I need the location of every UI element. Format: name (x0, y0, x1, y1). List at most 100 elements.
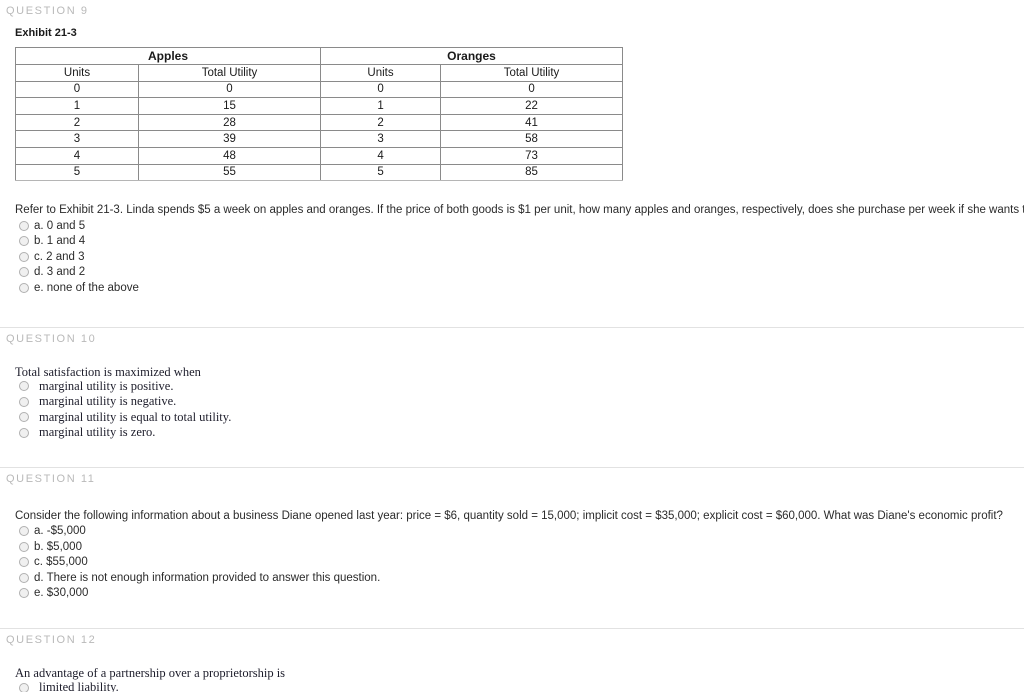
answer-options-10: marginal utility is positive. marginal u… (0, 379, 1024, 441)
table-row: 2 28 2 41 (15, 113, 624, 132)
answer-option-label: marginal utility is zero. (39, 425, 156, 440)
cell: 4 (320, 146, 442, 165)
question-block-11: QUESTION 11 Consider the following infor… (0, 466, 1024, 602)
cell: 0 (320, 80, 442, 99)
question-header-12: QUESTION 12 (6, 634, 97, 647)
answer-option-9-d[interactable]: d. 3 and 2 (19, 265, 1024, 281)
answer-option-10-4[interactable]: marginal utility is zero. (19, 425, 1024, 441)
answer-option-label: b. 1 and 4 (34, 235, 86, 248)
answer-option-label: c. $55,000 (34, 556, 88, 569)
answer-options-12: limited liability. that it is easier to … (0, 680, 1024, 692)
radio-button-icon[interactable] (19, 396, 29, 407)
answer-option-11-d[interactable]: d. There is not enough information provi… (19, 570, 1024, 586)
answer-options-9: a. 0 and 5 b. 1 and 4 c. 2 and 3 d. 3 an… (0, 217, 1024, 296)
cell: 22 (440, 97, 624, 115)
radio-button-icon[interactable] (19, 412, 29, 423)
answer-option-label: d. There is not enough information provi… (34, 571, 381, 584)
cell: 0 (15, 80, 139, 99)
table-row: 4 48 4 73 (15, 146, 624, 165)
answer-option-label: a. 0 and 5 (34, 219, 86, 232)
answer-options-11: a. -$5,000 b. $5,000 c. $55,000 d. There… (0, 523, 1024, 602)
answer-option-9-b[interactable]: b. 1 and 4 (19, 234, 1024, 250)
radio-button-icon[interactable] (19, 526, 29, 537)
radio-button-icon[interactable] (19, 572, 29, 583)
radio-button-icon[interactable] (19, 427, 29, 438)
cell: 39 (137, 130, 322, 148)
radio-button-icon[interactable] (19, 381, 29, 392)
table-col-apples-utility: Total Utility (137, 64, 322, 82)
table-col-oranges-utility: Total Utility (440, 64, 624, 82)
exhibit-table-wrap: Apples Oranges Units Total Utility Units… (0, 39, 1024, 182)
cell: 41 (440, 113, 624, 132)
answer-option-9-c[interactable]: c. 2 and 3 (19, 249, 1024, 265)
question-header-10: QUESTION 10 (6, 332, 97, 345)
cell: 0 (137, 80, 322, 99)
answer-option-label: b. $5,000 (34, 540, 82, 553)
radio-button-icon[interactable] (19, 588, 29, 599)
exhibit-label: Exhibit 21-3 (15, 27, 77, 39)
radio-button-icon[interactable] (19, 682, 29, 692)
answer-option-11-e[interactable]: e. $30,000 (19, 586, 1024, 602)
question-text-10: Total satisfaction is maximized when (15, 364, 201, 379)
table-header-row: Units Total Utility Units Total Utility (15, 64, 624, 82)
cell: 48 (137, 146, 322, 165)
table-row: 1 15 1 22 (15, 97, 624, 115)
table-row: 3 39 3 58 (15, 130, 624, 148)
cell: 28 (137, 113, 322, 132)
answer-option-label: a. -$5,000 (34, 525, 86, 538)
table-row: 0 0 0 0 (15, 80, 624, 99)
question-text-9: Refer to Exhibit 21-3. Linda spends $5 a… (15, 204, 1024, 217)
cell: 2 (320, 113, 442, 132)
answer-option-10-3[interactable]: marginal utility is equal to total utili… (19, 410, 1024, 426)
answer-option-label: marginal utility is negative. (39, 394, 177, 409)
cell: 55 (137, 163, 322, 182)
answer-option-9-a[interactable]: a. 0 and 5 (19, 218, 1024, 234)
radio-button-icon[interactable] (19, 557, 29, 568)
cell: 4 (15, 146, 139, 165)
cell: 5 (320, 163, 442, 182)
table-col-oranges-units: Units (320, 64, 442, 82)
answer-option-11-b[interactable]: b. $5,000 (19, 539, 1024, 555)
table-group-row: Apples Oranges (14, 47, 624, 65)
radio-button-icon[interactable] (19, 236, 29, 247)
answer-option-label: limited liability. (39, 680, 119, 692)
answer-option-label: c. 2 and 3 (34, 250, 85, 263)
answer-option-12-1[interactable]: limited liability. (19, 680, 1024, 692)
question-block-9: QUESTION 9 Exhibit 21-3 Apples Oranges U… (0, 0, 1024, 296)
radio-button-icon[interactable] (19, 541, 29, 552)
quiz-page: QUESTION 9 Exhibit 21-3 Apples Oranges U… (0, 0, 1024, 692)
answer-option-11-a[interactable]: a. -$5,000 (19, 524, 1024, 540)
cell: 58 (440, 130, 624, 148)
answer-option-label: marginal utility is positive. (39, 378, 174, 393)
answer-option-9-e[interactable]: e. none of the above (19, 280, 1024, 296)
answer-option-label: e. none of the above (34, 281, 139, 294)
answer-option-11-c[interactable]: c. $55,000 (19, 555, 1024, 571)
radio-button-icon[interactable] (19, 251, 29, 262)
radio-button-icon[interactable] (19, 267, 29, 278)
cell: 1 (15, 97, 139, 115)
radio-button-icon[interactable] (19, 282, 29, 293)
cell: 0 (440, 80, 624, 99)
cell: 85 (440, 163, 624, 182)
answer-option-10-1[interactable]: marginal utility is positive. (19, 379, 1024, 395)
cell: 15 (137, 97, 322, 115)
answer-option-10-2[interactable]: marginal utility is negative. (19, 394, 1024, 410)
cell: 1 (320, 97, 442, 115)
table-group-apples: Apples (14, 47, 322, 65)
question-header-9: QUESTION 9 (6, 5, 89, 17)
question-block-10: QUESTION 10 Total satisfaction is maximi… (0, 326, 1024, 441)
cell: 73 (440, 146, 624, 165)
cell: 2 (15, 113, 139, 132)
cell: 3 (15, 130, 139, 148)
answer-option-label: d. 3 and 2 (34, 266, 86, 279)
question-text-11: Consider the following information about… (15, 509, 1003, 522)
answer-option-label: marginal utility is equal to total utili… (39, 409, 232, 424)
table-row: 5 55 5 85 (15, 163, 624, 182)
exhibit-table: Apples Oranges Units Total Utility Units… (14, 47, 624, 182)
radio-button-icon[interactable] (19, 220, 29, 231)
table-group-oranges: Oranges (320, 47, 624, 65)
answer-option-label: e. $30,000 (34, 587, 89, 600)
cell: 3 (320, 130, 442, 148)
